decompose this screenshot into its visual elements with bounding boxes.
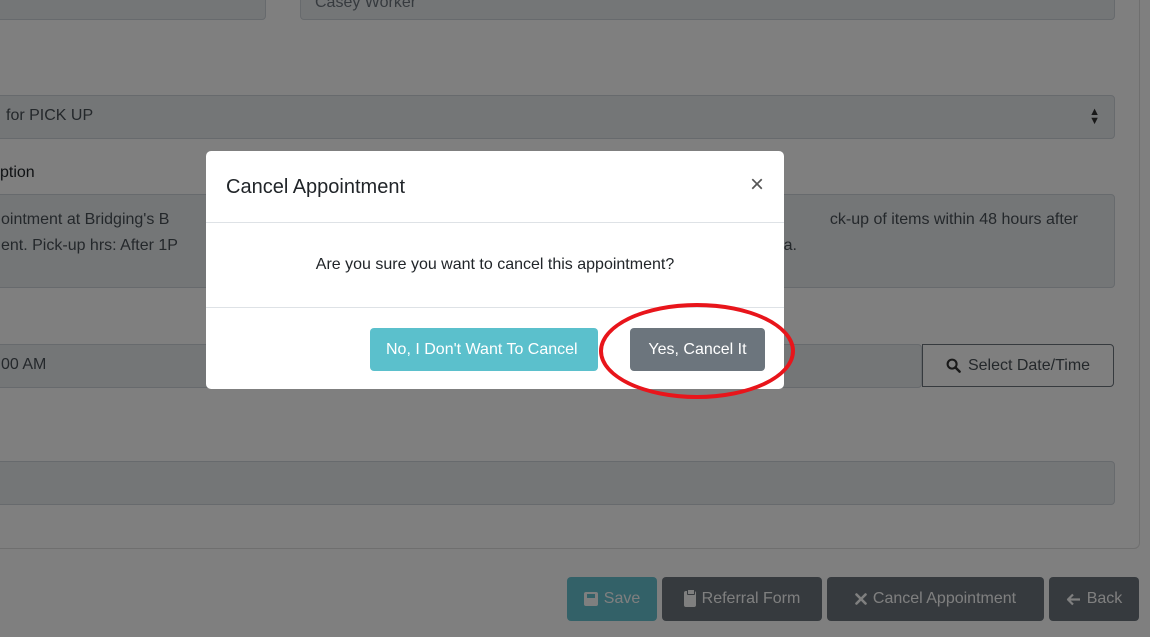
yes-cancel-label: Yes, Cancel It bbox=[648, 340, 747, 358]
modal-title: Cancel Appointment bbox=[226, 176, 406, 198]
modal-body: Are you sure you want to cancel this app… bbox=[206, 223, 784, 308]
modal-message: Are you sure you want to cancel this app… bbox=[315, 256, 675, 273]
modal-header: Cancel Appointment × bbox=[206, 151, 784, 223]
close-icon[interactable]: × bbox=[750, 173, 764, 197]
cancel-appointment-modal: Cancel Appointment × Are you sure you wa… bbox=[206, 151, 784, 389]
no-dont-cancel-button[interactable]: No, I Don't Want To Cancel bbox=[370, 328, 598, 371]
modal-footer: No, I Don't Want To Cancel Yes, Cancel I… bbox=[206, 308, 784, 389]
yes-cancel-button[interactable]: Yes, Cancel It bbox=[630, 328, 765, 371]
no-dont-cancel-label: No, I Don't Want To Cancel bbox=[386, 340, 578, 358]
